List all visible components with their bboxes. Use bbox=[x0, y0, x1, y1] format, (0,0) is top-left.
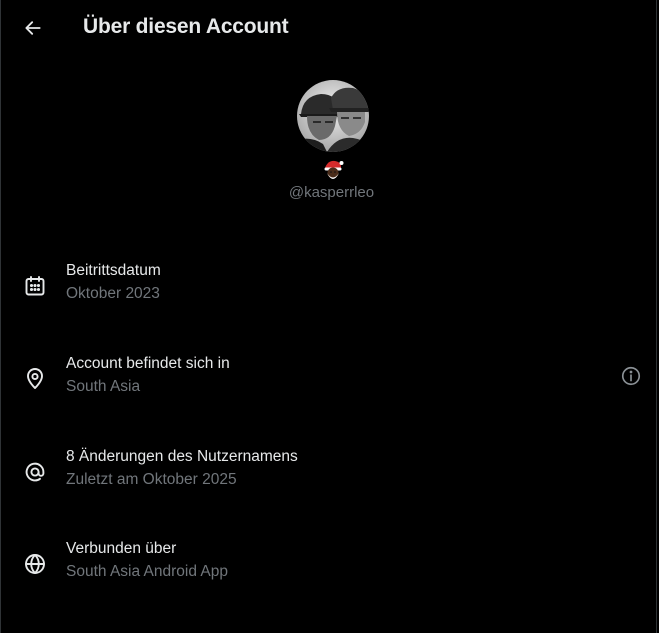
avatar-image bbox=[297, 80, 369, 152]
back-button[interactable] bbox=[15, 10, 51, 46]
page-header: Über diesen Account bbox=[1, 0, 656, 56]
about-account-page: Über diesen Account @kasperrleo Beitritt… bbox=[0, 0, 657, 633]
join-date-row: Beitrittsdatum Oktober 2023 bbox=[1, 262, 656, 322]
account-location-value: South Asia bbox=[66, 378, 141, 395]
globe-icon bbox=[23, 552, 47, 576]
username-changes-value: Zuletzt am Oktober 2025 bbox=[66, 471, 237, 488]
join-date-label: Beitrittsdatum bbox=[66, 262, 161, 279]
page-title: Über diesen Account bbox=[83, 15, 289, 38]
connected-via-label: Verbunden über bbox=[66, 540, 177, 557]
connected-via-row: Verbunden über South Asia Android App bbox=[1, 540, 656, 600]
santa-emoji-icon bbox=[324, 160, 344, 179]
location-pin-icon bbox=[23, 367, 47, 391]
account-location-label: Account befindet sich in bbox=[66, 355, 230, 372]
at-sign-icon bbox=[23, 460, 47, 484]
arrow-left-icon bbox=[25, 21, 41, 35]
profile-handle: @kasperrleo bbox=[288, 184, 375, 201]
display-name-emoji bbox=[322, 158, 344, 180]
connected-via-value: South Asia Android App bbox=[66, 563, 229, 580]
info-circle-icon[interactable] bbox=[620, 365, 642, 387]
join-date-value: Oktober 2023 bbox=[66, 285, 160, 302]
username-changes-row: 8 Änderungen des Nutzernamens Zuletzt am… bbox=[1, 448, 656, 508]
avatar[interactable] bbox=[297, 80, 369, 152]
calendar-icon bbox=[23, 274, 47, 298]
account-location-row: Account befindet sich in South Asia bbox=[1, 355, 656, 415]
username-changes-label: 8 Änderungen des Nutzernamens bbox=[66, 448, 298, 465]
